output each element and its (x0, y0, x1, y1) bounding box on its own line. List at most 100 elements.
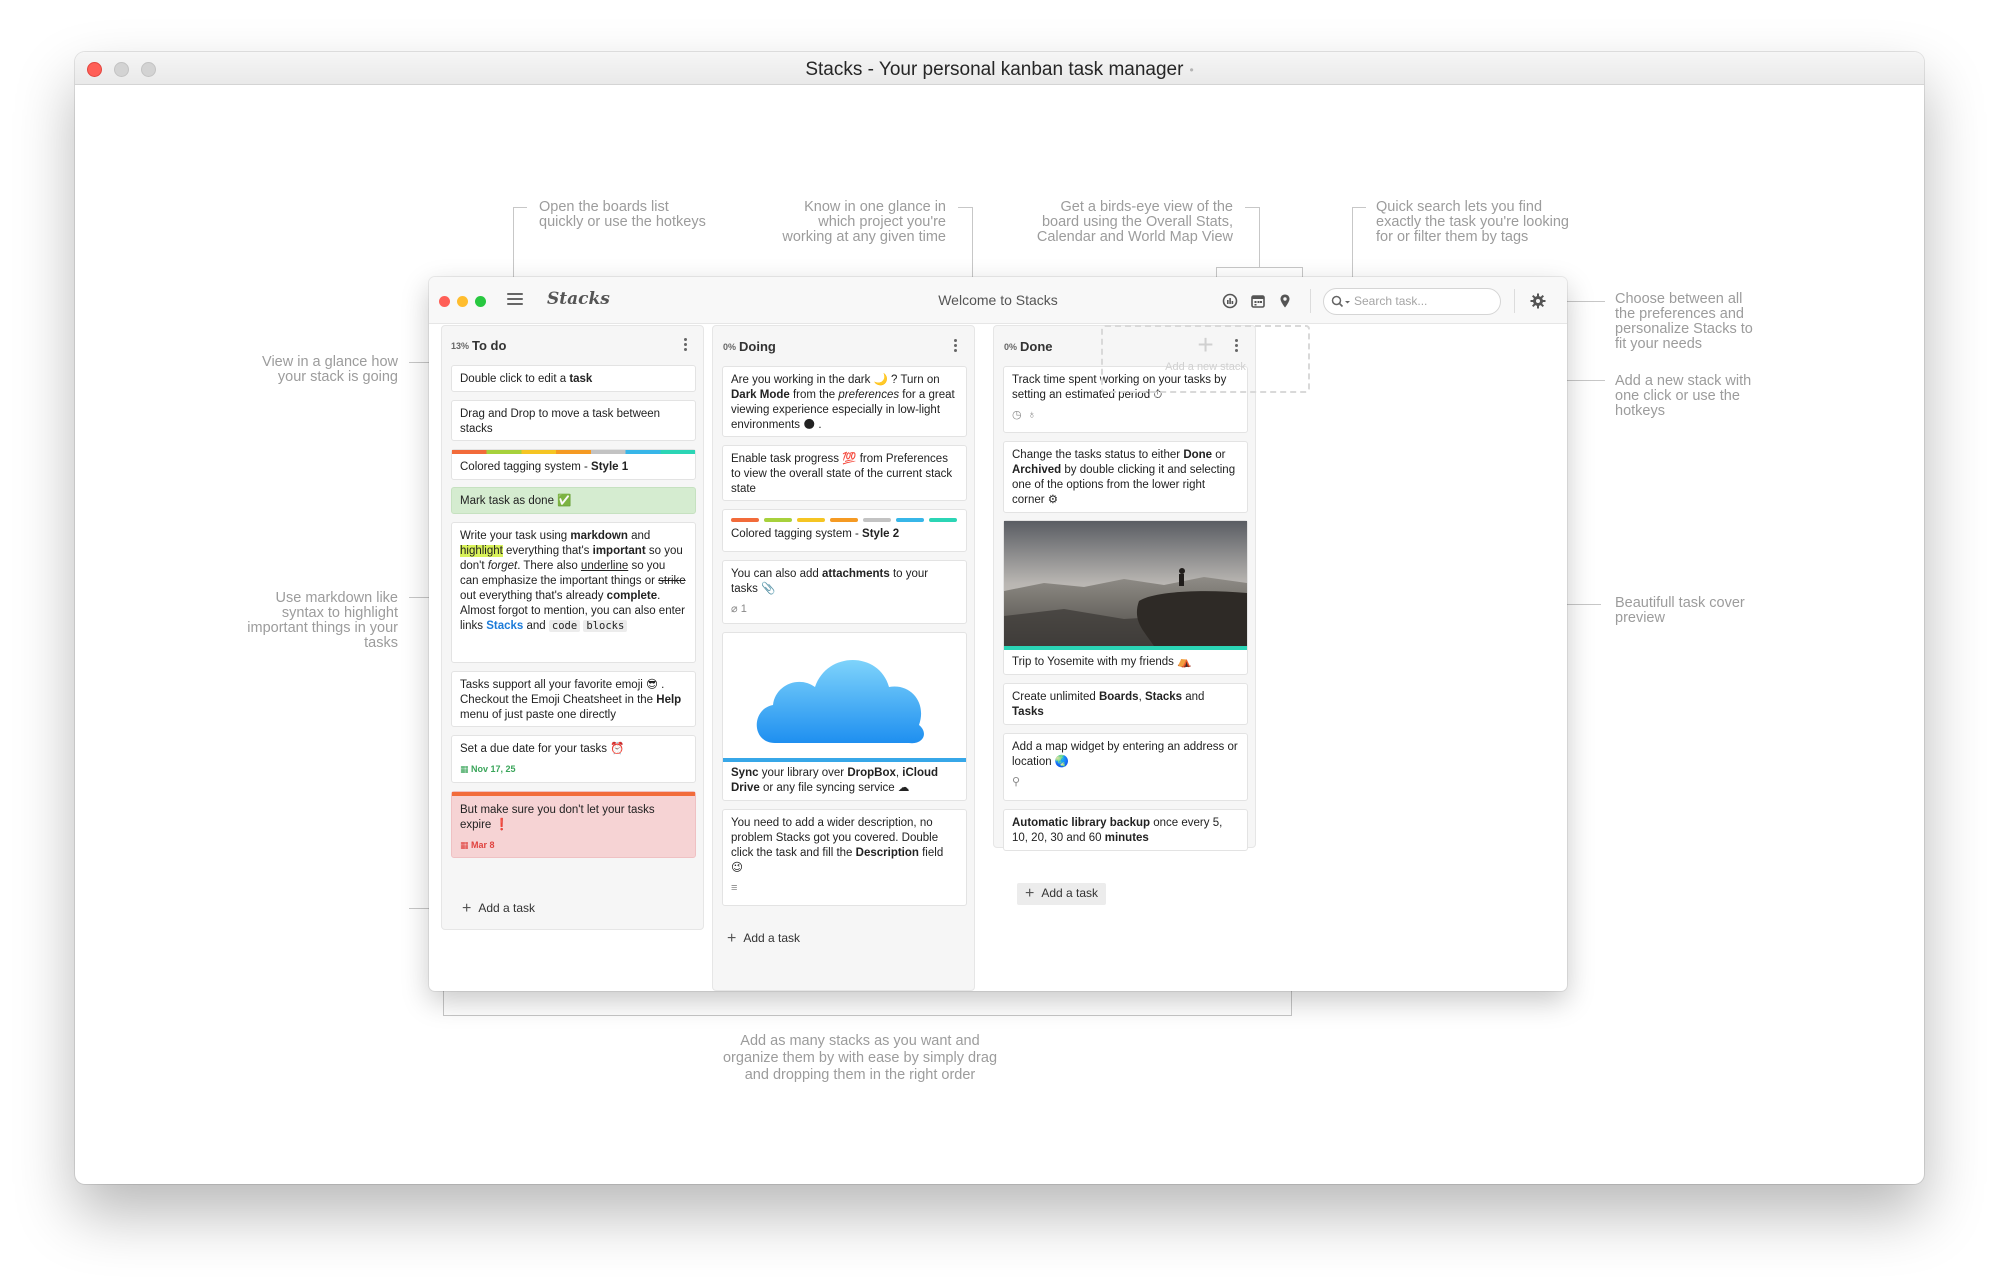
task-text: Trip to Yosemite with my friends ⛺ (1012, 656, 1192, 668)
annotation-line (1259, 207, 1260, 267)
task-text-bold: Style 2 (862, 528, 900, 540)
task-card-markdown[interactable]: Write your task using markdown and highl… (451, 522, 696, 663)
yosemite-photo (1004, 521, 1247, 646)
task-card[interactable]: Colored tagging system - Style 1 (451, 449, 696, 480)
due-date: ▦ Nov 17, 25 (460, 764, 516, 774)
task-text: Colored tagging system - (460, 461, 592, 473)
stack-progress: 13% (451, 340, 470, 351)
annotation-markdown: Use markdown like syntax to highlight im… (247, 590, 398, 651)
due-date-value: Nov 17, 25 (471, 764, 516, 774)
task-text-highlight: highlight (460, 545, 503, 557)
add-stack-label: Add a new stack (1165, 361, 1246, 373)
task-card[interactable]: Automatic library backup once every 5, 1… (1003, 809, 1248, 851)
cloud-icon (756, 660, 924, 744)
task-card[interactable]: Enable task progress 💯 from Preferences … (722, 445, 967, 501)
description-icon: ≡ (731, 882, 738, 894)
task-card-cover[interactable]: Trip to Yosemite with my friends ⛺ (1003, 520, 1248, 675)
task-text-bold: Automatic library backup (1012, 817, 1151, 829)
task-code: blocks (583, 620, 628, 632)
task-card-done[interactable]: Mark task as done ✅ (451, 487, 696, 514)
annotation-line (1352, 207, 1366, 208)
task-card-expired[interactable]: But make sure you don't let your tasks e… (451, 791, 696, 858)
stack-menu-icon[interactable] (684, 338, 688, 353)
annotation-line (1567, 301, 1605, 302)
add-task-button[interactable]: + Add a task (462, 900, 535, 918)
stack-menu-icon[interactable] (954, 339, 958, 354)
task-card[interactable]: Create unlimited Boards, Stacks and Task… (1003, 683, 1248, 725)
add-stack-button[interactable]: + Add a new stack (1101, 325, 1310, 393)
time-icons: ◷ ♁ (1012, 409, 1036, 421)
task-text: Colored tagging system - (731, 528, 863, 540)
calendar-icon[interactable] (1249, 292, 1267, 310)
task-card[interactable]: Are you working in the dark 🌙 ? Turn on … (722, 366, 967, 437)
plus-icon: + (1197, 329, 1214, 360)
annotation-project: Know in one glance in which project you'… (782, 199, 946, 245)
task-text-bold: important (592, 545, 646, 557)
annotation-progress: View in a glance how your stack is going (262, 354, 398, 385)
task-card[interactable]: Colored tagging system - Style 2 (722, 509, 967, 552)
stats-icon[interactable] (1221, 292, 1239, 310)
map-pin-icon[interactable] (1276, 292, 1294, 310)
task-card[interactable]: Change the tasks status to either Done o… (1003, 441, 1248, 513)
toolbar-separator (1310, 289, 1311, 313)
add-task-label: Add a task (1041, 886, 1099, 900)
task-text-bold: markdown (570, 530, 628, 542)
add-task-label: Add a task (478, 901, 536, 915)
task-card[interactable]: Tasks support all your favorite emoji 😎 … (451, 671, 696, 727)
plus-icon: + (727, 930, 737, 947)
stack-done[interactable]: 0% Done Track time spent working on your … (993, 325, 1256, 851)
search-input[interactable] (1354, 294, 1494, 308)
app-toolbar: Stacks Welcome to Stacks (429, 277, 1567, 324)
annotation-preferences: Choose between all the preferences and p… (1615, 291, 1753, 352)
stack-header: 13% To do (451, 337, 696, 355)
edited-dot: • (1189, 62, 1194, 77)
task-text-bold: minutes (1104, 832, 1149, 844)
task-card[interactable]: Add a map widget by entering an address … (1003, 733, 1248, 801)
annotation-line (443, 1015, 1292, 1016)
annotation-line (1567, 380, 1605, 381)
annotation-views: Get a birds-eye view of the board using … (1036, 199, 1233, 245)
due-date-value: Mar 8 (471, 840, 495, 850)
stack-doing[interactable]: 0% Doing Are you working in the dark 🌙 ? … (712, 325, 975, 991)
task-text-bold: Boards (1098, 691, 1139, 703)
expired-bar (452, 792, 695, 796)
search-field[interactable] (1323, 288, 1501, 315)
task-text-bold: Description (855, 847, 919, 859)
task-text: Set a due date for your tasks ⏰ (460, 743, 625, 755)
attachment-count: ⌀ 1 (731, 603, 747, 615)
task-card[interactable]: You can also add attachments to your tas… (722, 560, 967, 624)
task-link[interactable]: Stacks (486, 620, 523, 632)
task-text: Add a map widget by entering an address … (1012, 741, 1238, 768)
task-card[interactable]: Double click to edit a task (451, 365, 696, 392)
task-text-bold: attachments (822, 568, 890, 580)
task-card[interactable]: Drag and Drop to move a task between sta… (451, 400, 696, 441)
plus-icon: + (462, 900, 472, 917)
task-text: menu of just paste one directly (460, 709, 616, 721)
task-text-bold: Sync (731, 767, 759, 779)
task-text: or any file syncing service ☁ (759, 782, 910, 794)
task-card-cover[interactable]: Sync your library over DropBox, iCloud D… (722, 632, 967, 801)
task-text-bold: Style 1 (591, 461, 629, 473)
gear-icon[interactable] (1529, 292, 1547, 310)
add-task-button[interactable]: + Add a task (727, 930, 800, 948)
task-card[interactable]: You need to add a wider description, no … (722, 809, 967, 906)
stack-title: Doing (739, 339, 776, 355)
add-task-button[interactable]: + Add a task (1017, 883, 1107, 905)
task-card-due[interactable]: Set a due date for your tasks ⏰ ▦ Nov 17… (451, 735, 696, 783)
annotation-line (513, 207, 527, 208)
map-pin-icon: ⚲ (1012, 776, 1021, 788)
tag-bar-style2 (731, 518, 957, 522)
task-text-bold: task (569, 373, 593, 385)
task-text: Mark task as done ✅ (460, 495, 572, 507)
search-icon (1331, 295, 1350, 308)
task-text: Enable task progress 💯 from Preferences … (731, 453, 953, 495)
annotation-line (958, 207, 972, 208)
task-text: and (627, 530, 651, 542)
plus-icon: + (1025, 885, 1035, 902)
task-text-bold: Stacks (1144, 691, 1183, 703)
task-text-bold: complete (606, 590, 658, 602)
task-text-bold: Dark Mode (731, 389, 790, 401)
annotation-add-stack: Add a new stack with one click or use th… (1615, 373, 1752, 419)
task-text-italic: preferences (838, 389, 900, 401)
task-text-bold: Help (656, 694, 682, 706)
